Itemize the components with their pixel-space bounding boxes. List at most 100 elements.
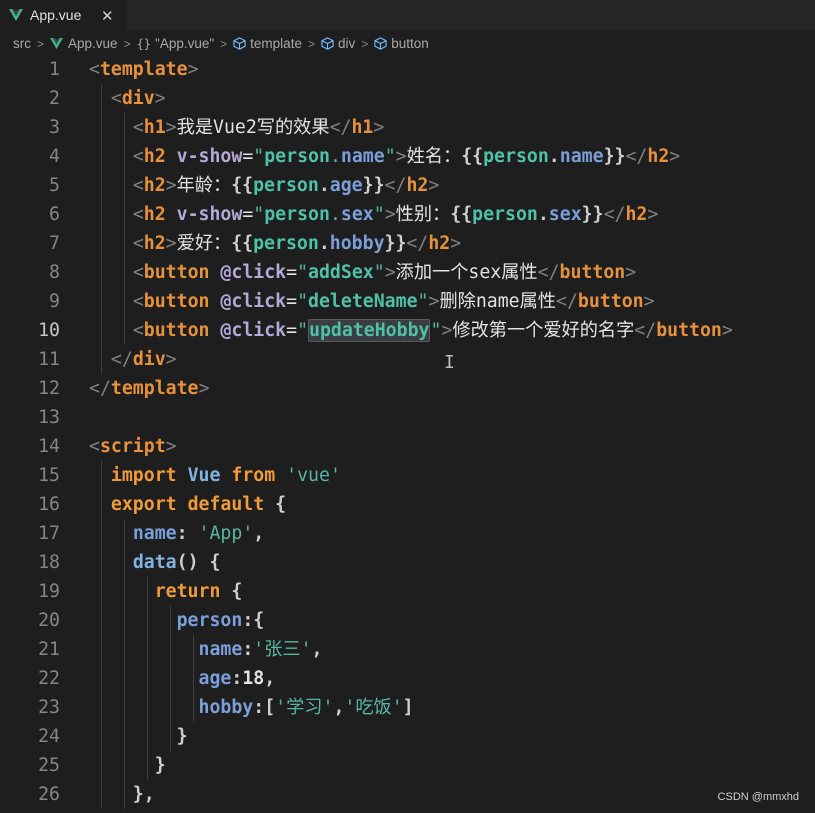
code-token: h2 bbox=[406, 175, 429, 196]
code-line[interactable]: 20 person:{ bbox=[0, 606, 815, 635]
code-line[interactable]: 23 hobby:['学习','吃饭'] bbox=[0, 693, 815, 722]
code-line[interactable]: 9 <button @click="deleteName">删除name属性</… bbox=[0, 287, 815, 316]
code-line[interactable]: 12 </template> bbox=[0, 374, 815, 403]
code-text: <h2>爱好：{{person.hobby}}</h2> bbox=[89, 229, 461, 258]
code-line[interactable]: 7 <h2>爱好：{{person.hobby}}</h2> bbox=[0, 229, 815, 258]
breadcrumb-label: div bbox=[337, 36, 356, 51]
code-token: age bbox=[198, 668, 232, 689]
code-token: 年龄： bbox=[176, 175, 232, 196]
code-token: > bbox=[441, 320, 453, 341]
line-number: 15 bbox=[38, 465, 60, 486]
code-line[interactable]: 5 <h2>年龄：{{person.age}}</h2> bbox=[0, 171, 815, 200]
code-token: . bbox=[548, 146, 560, 167]
code-token: 修改第一个爱好的名字 bbox=[452, 320, 635, 341]
code-line[interactable]: 24 } bbox=[0, 722, 815, 751]
code-token: </ bbox=[625, 146, 648, 167]
line-number: 7 bbox=[49, 233, 60, 254]
code-token: { bbox=[264, 494, 287, 515]
code-line[interactable]: 25 } bbox=[0, 751, 815, 780]
breadcrumb-item[interactable]: {} "App.vue" bbox=[137, 36, 215, 51]
tab-app-vue[interactable]: App.vue ✕ bbox=[0, 0, 127, 30]
code-token: " bbox=[417, 291, 429, 312]
code-token: < bbox=[132, 175, 144, 196]
code-token: hobby bbox=[198, 697, 254, 718]
code-line[interactable]: 14 <script> bbox=[0, 432, 815, 461]
line-number: 19 bbox=[38, 581, 60, 602]
code-token: () { bbox=[176, 552, 221, 573]
code-line[interactable]: 3 <h1>我是Vue2写的效果</h1> bbox=[0, 113, 815, 142]
code-token: button bbox=[656, 320, 722, 341]
code-line[interactable]: 10 <button @click="updateHobby">修改第一个爱好的… bbox=[0, 316, 815, 345]
tab-title: App.vue bbox=[30, 7, 82, 23]
code-line[interactable]: 13 bbox=[0, 403, 815, 432]
code-line[interactable]: 15 import Vue from 'vue' bbox=[0, 461, 815, 490]
code-line[interactable]: 18 data() { bbox=[0, 548, 815, 577]
code-text: </template> bbox=[89, 374, 209, 403]
code-token: </ bbox=[537, 262, 560, 283]
code-token: < bbox=[132, 204, 144, 225]
code-token: button bbox=[143, 320, 210, 341]
code-token: 爱好： bbox=[176, 233, 232, 254]
code-line[interactable]: 22 age:18, bbox=[0, 664, 815, 693]
code-token: </ bbox=[603, 204, 626, 225]
code-line[interactable]: 6 <h2 v-show="person.sex">性别：{{person.se… bbox=[0, 200, 815, 229]
code-token: > bbox=[384, 262, 396, 283]
code-line[interactable]: 1 <template> bbox=[0, 55, 815, 84]
code-token: . bbox=[329, 204, 341, 225]
close-icon[interactable]: ✕ bbox=[101, 7, 114, 25]
vue-icon bbox=[9, 9, 23, 21]
cube-icon bbox=[374, 37, 387, 50]
code-line[interactable]: 26 }, bbox=[0, 780, 815, 809]
code-token: " bbox=[297, 291, 309, 312]
tab-bar: App.vue ✕ bbox=[0, 0, 815, 30]
indent-guide bbox=[193, 635, 194, 722]
code-text: } bbox=[89, 722, 188, 751]
code-token: < bbox=[132, 117, 144, 138]
code-token: </ bbox=[110, 349, 133, 370]
code-text: }, bbox=[89, 780, 155, 809]
code-line[interactable]: 17 name: 'App', bbox=[0, 519, 815, 548]
code-token: : bbox=[176, 523, 199, 544]
code-token: . bbox=[318, 175, 330, 196]
code-editor[interactable]: 1 <template> 2 <div> 3 <h1>我是Vue2写的效果</h1> 4… bbox=[0, 55, 815, 809]
code-token: addSex bbox=[308, 262, 374, 283]
code-token: button bbox=[143, 262, 210, 283]
code-token: = bbox=[242, 204, 254, 225]
breadcrumb-item[interactable]: src bbox=[13, 36, 31, 51]
breadcrumb-item[interactable]: template bbox=[233, 36, 302, 51]
code-line[interactable]: 16 export default { bbox=[0, 490, 815, 519]
code-token: = bbox=[286, 262, 298, 283]
code-line[interactable]: 19 return { bbox=[0, 577, 815, 606]
code-token: 'vue' bbox=[286, 465, 341, 486]
indent-guide bbox=[101, 84, 102, 374]
code-line[interactable]: 8 <button @click="addSex">添加一个sex属性</but… bbox=[0, 258, 815, 287]
code-line[interactable]: 4 <h2 v-show="person.name">姓名：{{person.n… bbox=[0, 142, 815, 171]
code-token: h2 bbox=[625, 204, 648, 225]
code-token: {{ bbox=[231, 233, 254, 254]
indent-guide bbox=[170, 606, 171, 751]
code-line[interactable]: 21 name:'张三', bbox=[0, 635, 815, 664]
code-line[interactable]: 2 <div> bbox=[0, 84, 815, 113]
code-token: " bbox=[373, 262, 385, 283]
code-token: div bbox=[121, 88, 155, 109]
code-token: h2 bbox=[428, 233, 451, 254]
breadcrumb-item[interactable]: App.vue bbox=[50, 36, 118, 51]
line-number: 13 bbox=[38, 407, 60, 428]
code-text: <script> bbox=[89, 432, 177, 461]
code-token: < bbox=[89, 436, 100, 457]
code-token: > bbox=[165, 349, 177, 370]
braces-icon: {} bbox=[136, 36, 152, 51]
code-token: 我是Vue2写的效果 bbox=[176, 117, 330, 138]
code-token: person bbox=[264, 146, 330, 167]
breadcrumb-item[interactable]: button bbox=[374, 36, 429, 51]
code-text: <button @click="updateHobby">修改第一个爱好的名字<… bbox=[89, 316, 733, 345]
breadcrumb-item[interactable]: div bbox=[321, 36, 355, 51]
code-line[interactable]: 11 </div> bbox=[0, 345, 815, 374]
